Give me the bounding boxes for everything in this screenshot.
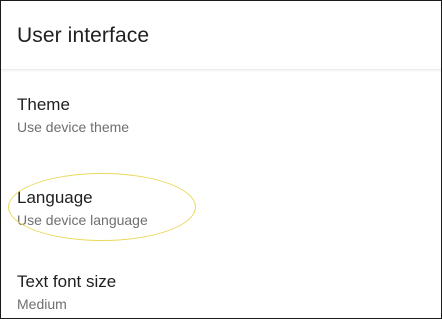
page-title: User interface	[17, 24, 150, 47]
setting-item-language[interactable]: Language Use device language	[17, 188, 417, 229]
setting-title: Text font size	[17, 272, 117, 291]
setting-value: Use device language	[17, 212, 148, 228]
setting-title: Theme	[17, 95, 70, 114]
setting-item-text-font-size[interactable]: Text font size Medium	[17, 272, 417, 313]
setting-value: Use device theme	[17, 119, 130, 135]
app-bar: User interface	[1, 1, 441, 70]
setting-item-theme[interactable]: Theme Use device theme	[17, 95, 417, 136]
settings-screen: User interface Theme Use device theme La…	[0, 0, 442, 319]
setting-title: Language	[17, 188, 93, 207]
setting-value: Medium	[17, 296, 67, 312]
